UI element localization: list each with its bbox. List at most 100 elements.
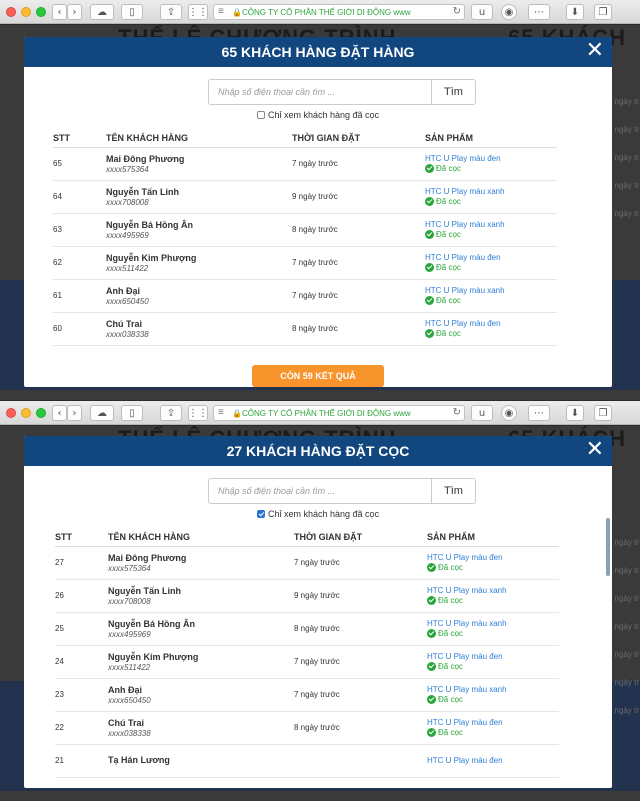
downloads-button[interactable]: ⬇ [566,405,584,421]
minimize-window-button[interactable] [21,7,31,17]
phone-search-input[interactable] [208,478,432,504]
deposits-table: STT TÊN KHÁCH HÀNG THỜI GIAN ĐẶT SẢN PHẨ… [55,528,559,778]
product-link[interactable]: HTC U Play màu xanh [425,187,557,196]
close-icon[interactable]: ✕ [586,439,604,461]
product-link[interactable]: HTC U Play màu đen [425,154,557,163]
product-link[interactable]: HTC U Play màu đen [425,319,557,328]
row-time: 7 ngày trước [292,246,425,280]
product-link[interactable]: HTC U Play màu đen [427,718,559,727]
row-stt: 60 [53,312,106,346]
row-time: 9 ngày trước [294,579,427,613]
deposit-status: Đã cọc [425,230,557,239]
deposit-checkbox[interactable] [257,510,265,518]
load-more-button[interactable]: CÒN 59 KẾT QUẢ [252,365,384,387]
share-button[interactable]: ⇪ [160,4,182,20]
zoom-window-button[interactable] [36,408,46,418]
table-row: 21 Tạ Hán Lương HTC U Play màu đen [55,744,559,778]
deposit-filter-label: Chỉ xem khách hàng đã cọc [268,509,380,519]
more-button[interactable]: ⋯ [528,4,550,20]
row-stt: 64 [53,180,106,214]
product-link[interactable]: HTC U Play màu xanh [427,619,559,628]
row-customer: Nguyễn Kim Phượng xxxx511422 [108,645,294,679]
customer-name: Chú Trai [108,717,145,728]
row-stt: 62 [53,246,106,280]
customer-phone: xxxx575364 [108,563,151,573]
close-window-button[interactable] [6,408,16,418]
tabs-overview-button[interactable]: ❐ [594,4,612,20]
more-button[interactable]: ⋯ [528,405,550,421]
tabs-overview-button[interactable]: ❐ [594,405,612,421]
search-button[interactable]: Tìm [432,478,476,504]
row-time: 7 ngày trước [294,678,427,712]
record-icon: ◉ [504,407,514,419]
table-row: 62 Nguyễn Kim Phượng xxxx511422 7 ngày trướ… [53,246,557,280]
product-link[interactable]: HTC U Play màu xanh [425,286,557,295]
deposit-status: Đã cọc [427,629,559,638]
reader-button[interactable]: u [471,405,493,421]
row-stt: 61 [53,279,106,313]
col-product: SẢN PHẨM [427,528,559,547]
extension-button[interactable]: ◉ [501,405,517,421]
customer-name: Chú Trai [106,318,143,329]
customer-name: Mai Đông Phương [108,552,187,563]
bg-side-label: ngày tr [614,678,639,687]
modal-title: 27 KHÁCH HÀNG ĐẶT CỌC [226,443,410,459]
reader-button[interactable]: u [471,4,493,20]
deposit-status: Đã cọc [425,164,557,173]
product-link[interactable]: HTC U Play màu đen [427,553,559,562]
icloud-tabs-button[interactable]: ☁ [90,405,114,421]
bg-side-label: ngày tr [614,650,639,659]
downloads-button[interactable]: ⬇ [566,4,584,20]
orders-table: STT TÊN KHÁCH HÀNG THỜI GIAN ĐẶT SẢN PHẨ… [53,129,557,346]
deposit-status-label: Đã cọc [436,197,461,206]
reload-icon[interactable]: ↻ [453,407,461,418]
product-link[interactable]: HTC U Play màu đen [427,756,559,765]
top-sites-button[interactable]: ⋮⋮ [188,4,208,20]
scrollbar-thumb[interactable] [606,518,610,576]
extension-button[interactable]: ◉ [501,4,517,20]
close-window-button[interactable] [6,7,16,17]
sidebar-button[interactable]: ▯ [121,4,143,20]
bg-side-label: ngày tr [614,209,639,218]
deposit-filter[interactable]: Chỉ xem khách hàng đã cọc [257,509,379,519]
ellipsis-icon: ⋯ [534,6,544,18]
sidebar-button[interactable]: ▯ [121,405,143,421]
deposit-status: Đã cọc [427,728,559,737]
top-sites-button[interactable]: ⋮⋮ [188,405,208,421]
col-product: SẢN PHẨM [425,129,557,148]
minimize-window-button[interactable] [21,408,31,418]
customer-name: Nguyễn Bá Hồng Ân [108,618,195,629]
phone-search-input[interactable] [208,79,432,105]
col-stt: STT [55,528,108,547]
address-bar[interactable]: ≡ 🔒 CÔNG TY CỔ PHẦN THẾ GIỚI DI ĐỘNG www… [213,4,465,20]
close-icon[interactable]: ✕ [586,40,604,62]
browser-window-orders: ‹ › ☁ ▯ ⇪ ⋮⋮ ≡ 🔒 CÔNG TY CỔ PHẦN THẾ GIỚ… [0,0,640,400]
share-button[interactable]: ⇪ [160,405,182,421]
deposit-status: Đã cọc [425,296,557,305]
share-icon: ⇪ [166,6,176,18]
deposits-modal: 27 KHÁCH HÀNG ĐẶT CỌC ✕ Tìm Chỉ xem khác… [24,436,612,788]
check-circle-icon [425,263,434,272]
back-button[interactable]: ‹ [52,405,67,421]
product-link[interactable]: HTC U Play màu xanh [425,220,557,229]
forward-button[interactable]: › [67,4,82,20]
zoom-window-button[interactable] [36,7,46,17]
row-product: HTC U Play màu đen Đã cọc [425,147,557,181]
check-circle-icon [425,164,434,173]
grid-icon: ⋮⋮ [188,407,208,419]
col-name: TÊN KHÁCH HÀNG [106,129,292,148]
hamburger-icon: ≡ [218,6,224,17]
deposit-checkbox[interactable] [257,111,265,119]
product-link[interactable]: HTC U Play màu xanh [427,586,559,595]
reload-icon[interactable]: ↻ [453,6,461,17]
address-bar[interactable]: ≡ 🔒 CÔNG TY CỔ PHẦN THẾ GIỚI DI ĐỘNG www… [213,405,465,421]
product-link[interactable]: HTC U Play màu xanh [427,685,559,694]
customer-phone: xxxx038338 [106,329,149,339]
product-link[interactable]: HTC U Play màu đen [427,652,559,661]
back-button[interactable]: ‹ [52,4,67,20]
forward-button[interactable]: › [67,405,82,421]
search-button[interactable]: Tìm [432,79,476,105]
product-link[interactable]: HTC U Play màu đen [425,253,557,262]
icloud-tabs-button[interactable]: ☁ [90,4,114,20]
deposit-filter[interactable]: Chỉ xem khách hàng đã cọc [257,110,379,120]
